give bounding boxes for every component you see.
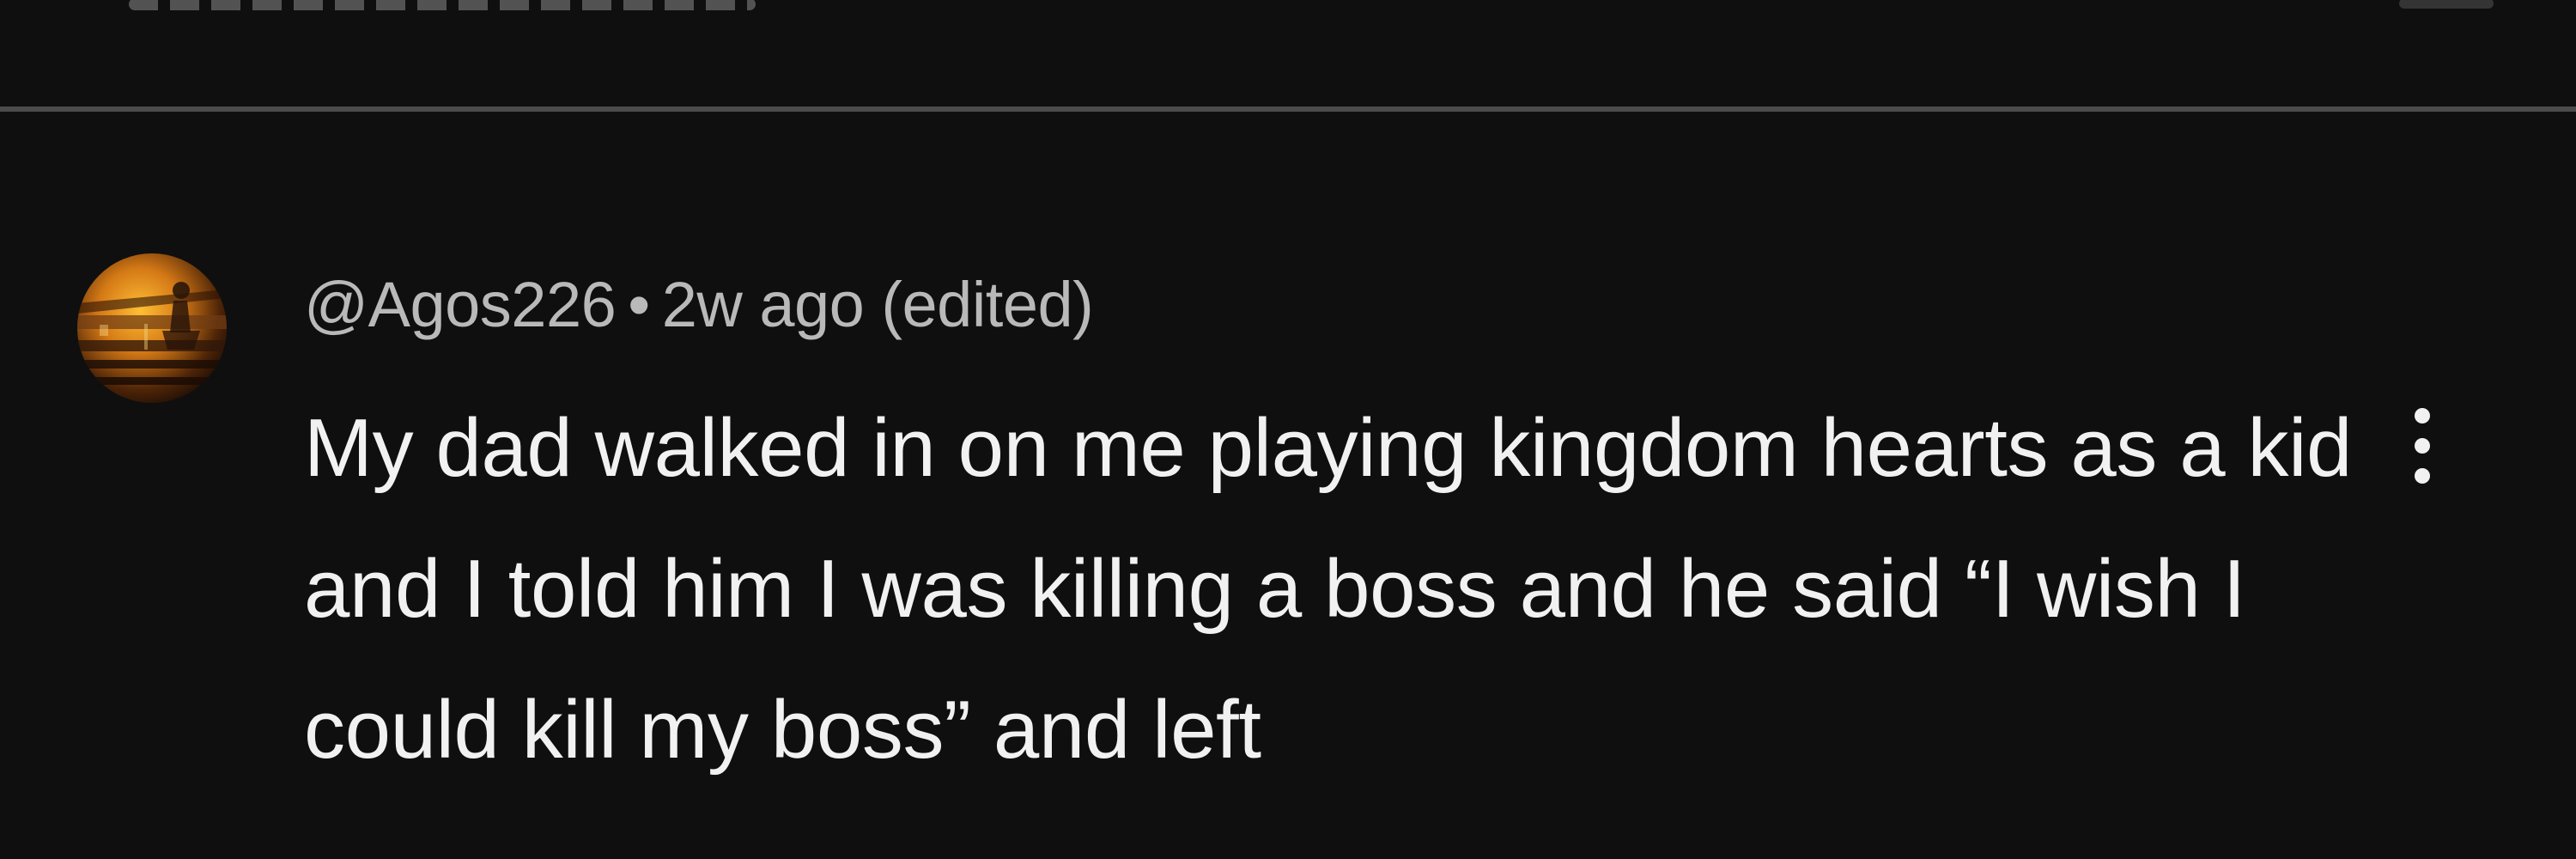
metadata-separator: • [628, 269, 650, 340]
avatar[interactable] [77, 253, 227, 403]
top-cropped-area [0, 0, 2576, 107]
comment-metadata: @Agos226 • 2w ago (edited) [304, 269, 1094, 340]
cropped-previous-content [129, 0, 756, 10]
cropped-previous-action [2399, 0, 2494, 9]
comment-author[interactable]: @Agos226 [304, 269, 617, 340]
more-vertical-icon [2415, 408, 2430, 484]
comment-thread-item: @Agos226 • 2w ago (edited) My dad walked i… [0, 112, 2576, 859]
more-options-button[interactable] [2384, 395, 2461, 497]
comment-body: My dad walked in on me playing kingdom h… [304, 402, 2353, 776]
comment-time: 2w ago (edited) [661, 269, 1094, 340]
